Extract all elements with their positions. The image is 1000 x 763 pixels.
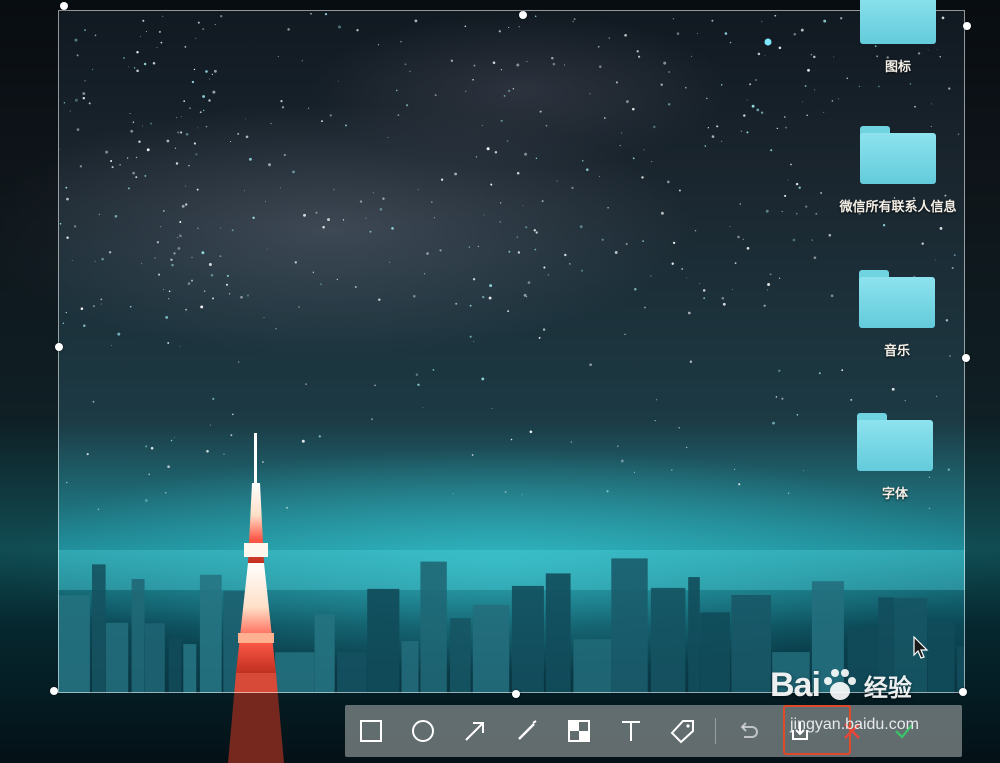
mosaic-tool[interactable] [553, 705, 605, 757]
desktop-item-label: 字体 [881, 487, 908, 502]
desktop-item-label: 音乐 [883, 344, 910, 359]
dim-left [0, 10, 58, 693]
rectangle-icon [360, 720, 382, 742]
desktop-item-wechat-contacts[interactable]: 微信所有联系人信息 [823, 126, 973, 215]
handle-bottom-middle[interactable] [512, 690, 520, 698]
pen-icon [518, 720, 537, 740]
ellipse-tool[interactable] [397, 705, 449, 757]
text-icon [622, 721, 640, 741]
folder-icon [860, 0, 936, 44]
handle-top-middle[interactable] [519, 11, 527, 19]
watermark-logo: Bai [770, 665, 821, 704]
baidu-watermark: Bai 经验 [770, 660, 912, 710]
watermark-logo-cn: 经验 [863, 674, 912, 702]
tag-icon [670, 720, 694, 744]
toolbar-separator [715, 718, 716, 744]
desktop-item-label: 图标 [884, 60, 911, 75]
desktop-item-icons[interactable]: 图标 [823, 0, 973, 75]
arrow-icon [465, 722, 484, 741]
desktop-item-music[interactable]: 音乐 [822, 270, 972, 359]
undo-tool[interactable] [722, 705, 774, 757]
handle-bottom-left[interactable] [50, 687, 58, 695]
tag-tool[interactable] [657, 705, 709, 757]
handle-bottom-right[interactable] [959, 688, 967, 696]
desktop-item-fonts[interactable]: 字体 [820, 413, 970, 502]
handle-middle-left[interactable] [55, 343, 63, 351]
pen-tool[interactable] [501, 705, 553, 757]
mosaic-icon [568, 720, 590, 742]
folder-icon [857, 413, 933, 471]
text-tool[interactable] [605, 705, 657, 757]
undo-icon [740, 722, 758, 738]
folder-icon [860, 126, 936, 184]
circle-icon [412, 720, 434, 742]
folder-icon [859, 270, 935, 328]
handle-top-left[interactable] [60, 2, 68, 10]
arrow-tool[interactable] [449, 705, 501, 757]
paw-icon [823, 669, 856, 700]
mouse-cursor-icon [913, 636, 929, 659]
rectangle-tool[interactable] [345, 705, 397, 757]
desktop-item-label: 微信所有联系人信息 [839, 200, 957, 215]
watermark-url: jingyan.baidu.com [790, 716, 919, 733]
